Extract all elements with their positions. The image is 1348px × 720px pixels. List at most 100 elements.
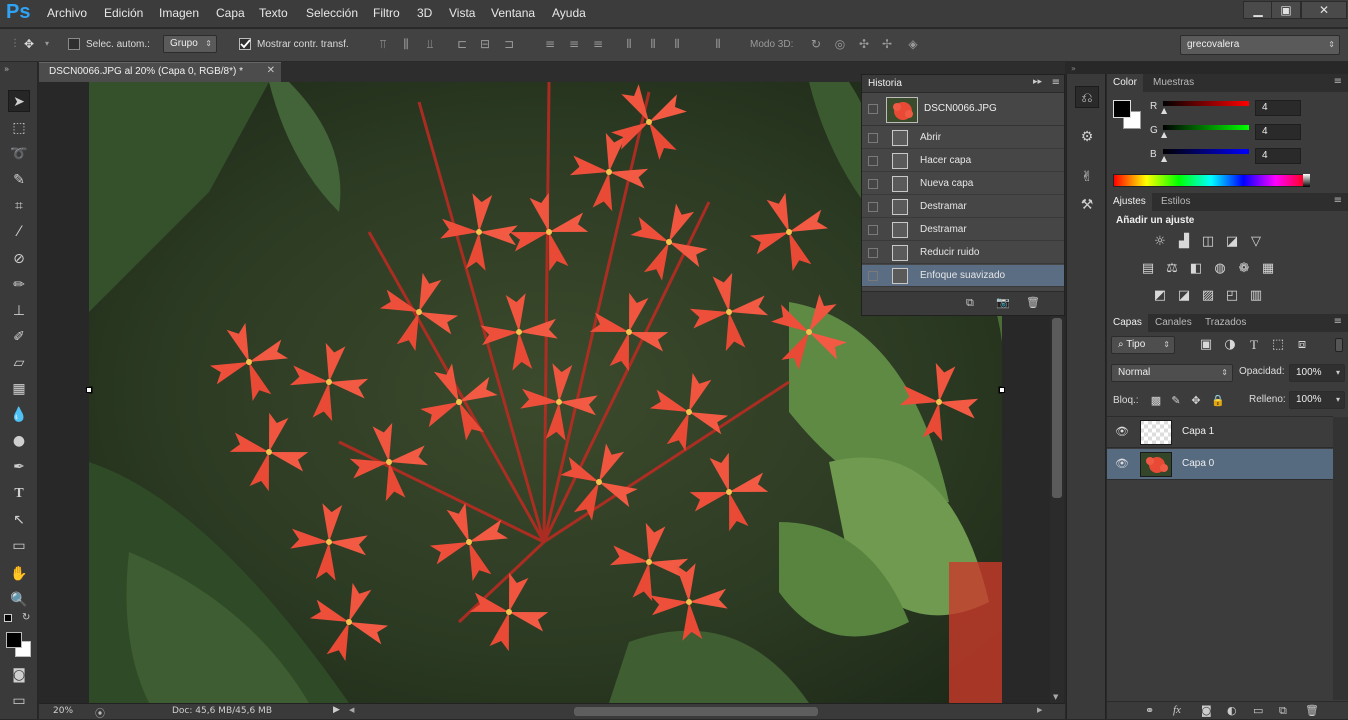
tab-estilos[interactable]: Estilos [1155,193,1196,211]
lasso-tool-icon[interactable]: ➰ [8,143,30,165]
layer-name[interactable]: Capa 1 [1182,426,1214,437]
color-spectrum-bar[interactable] [1113,174,1309,187]
layer-name[interactable]: Capa 0 [1182,458,1214,469]
black-white-icon[interactable]: ◧ [1187,261,1205,277]
slide-3d-icon[interactable]: ✢ [880,37,894,51]
link-layers-icon[interactable]: ⚭ [1145,704,1154,717]
auto-align-icon[interactable]: ⫴ [711,37,725,51]
restore-button[interactable]: ▣ [1271,1,1301,19]
posterize-icon[interactable]: ◪ [1175,288,1193,304]
history-title[interactable]: Historia [868,78,902,89]
menu-seleccion[interactable]: Selección [306,6,358,20]
swap-colors-icon[interactable]: ↻ [22,612,30,623]
align-top-icon[interactable]: ⫪ [376,37,390,51]
g-slider[interactable] [1163,125,1249,130]
auto-select-target-dropdown[interactable]: Grupo ⇕ [163,35,217,53]
menu-vista[interactable]: Vista [449,6,475,20]
brush-tool-icon[interactable]: ✏ [8,274,30,296]
crop-tool-icon[interactable]: ⌗ [8,195,30,217]
drag-3d-icon[interactable]: ✣ [857,37,871,51]
snapshot-source-checkbox[interactable] [868,104,878,114]
properties-panel-icon[interactable]: ⚙ [1075,126,1099,148]
new-layer-icon[interactable]: ⧉ [1279,704,1287,718]
opacity-input[interactable]: 100% ▾ [1289,364,1345,382]
history-item[interactable]: Hacer capa [862,150,1064,172]
menu-filtro[interactable]: Filtro [373,6,400,20]
tab-ajustes[interactable]: Ajustes [1107,193,1152,211]
rectangle-tool-icon[interactable]: ▭ [8,535,30,557]
history-source-checkbox[interactable] [868,271,878,281]
marquee-tool-icon[interactable]: ⬚ [8,117,30,139]
tab-capas[interactable]: Capas [1107,314,1148,332]
transform-handle-left[interactable] [86,387,92,393]
filter-smart-object-icon[interactable]: ⧈ [1293,337,1311,353]
expand-panel-icon[interactable]: ▸▸ [1033,77,1042,87]
gradient-map-icon[interactable]: ▥ [1247,288,1265,304]
filter-pixel-icon[interactable]: ▣ [1197,337,1215,353]
status-info-icon[interactable]: ⦿ [95,705,105,720]
history-snapshot-row[interactable]: DSCN0066.JPG [862,94,1064,126]
channel-mixer-icon[interactable]: ❁ [1235,261,1253,277]
align-left-icon[interactable]: ⊏ [455,37,469,51]
panel-menu-icon[interactable]: ≡ [1052,77,1060,88]
panel-menu-icon[interactable]: ≡ [1334,195,1342,206]
gradient-tool-icon[interactable]: ▦ [8,378,30,400]
vertical-scroll-thumb[interactable] [1052,318,1062,498]
levels-icon[interactable]: ▟ [1175,234,1193,250]
spectrum-bw-strip[interactable] [1303,174,1310,187]
menu-imagen[interactable]: Imagen [159,6,199,20]
hand-tool-icon[interactable]: ✋ [8,563,30,585]
selective-color-icon[interactable]: ◰ [1223,288,1241,304]
brightness-icon[interactable]: ☼ [1151,234,1169,250]
default-colors-icon[interactable] [4,614,12,622]
scroll-down-icon[interactable]: ▼ [1053,693,1058,701]
history-source-checkbox[interactable] [868,179,878,189]
blend-mode-dropdown[interactable]: Normal ⇕ [1111,364,1233,382]
history-item[interactable]: Destramar [862,219,1064,241]
invert-icon[interactable]: ◩ [1151,288,1169,304]
distribute-bottom-icon[interactable]: ≡ [591,37,605,51]
history-item[interactable]: Abrir [862,127,1064,149]
r-slider[interactable] [1163,101,1249,106]
quick-select-tool-icon[interactable]: ✎ [8,169,30,191]
lock-all-icon[interactable]: 🔒 [1209,393,1227,409]
history-source-checkbox[interactable] [868,202,878,212]
quick-mask-icon[interactable]: ◙ [8,664,30,686]
fill-input[interactable]: 100% ▾ [1289,391,1345,409]
eye-icon[interactable]: 👁 [1115,425,1129,439]
show-transform-checkbox[interactable] [239,38,251,50]
b-slider[interactable] [1163,149,1249,154]
history-item[interactable]: Nueva capa [862,173,1064,195]
history-item[interactable]: Reducir ruido [862,242,1064,264]
filter-adjustment-icon[interactable]: ◑ [1221,337,1239,353]
eyedropper-tool-icon[interactable]: ⁄ [8,221,30,243]
filter-toggle[interactable] [1335,338,1343,352]
horizontal-scroll-thumb[interactable] [574,707,818,716]
distribute-left-icon[interactable]: ⦀ [622,37,636,51]
menu-archivo[interactable]: Archivo [47,6,87,20]
tab-muestras[interactable]: Muestras [1147,74,1200,92]
layer-row[interactable]: 👁 Capa 1 [1107,417,1333,448]
menu-3d[interactable]: 3D [417,6,432,20]
status-menu-icon[interactable]: ▶ [333,705,340,715]
layer-row-selected[interactable]: 👁 Capa 0 [1107,449,1333,480]
exposure-icon[interactable]: ◪ [1223,234,1241,250]
history-item[interactable]: Destramar [862,196,1064,218]
type-tool-icon[interactable]: T [8,483,30,505]
zoom-tool-icon[interactable]: 🔍 [8,589,30,611]
transform-handle-right[interactable] [999,387,1005,393]
history-source-checkbox[interactable] [868,156,878,166]
fx-icon[interactable]: fx [1173,704,1181,716]
minimize-button[interactable]: ▁ [1243,1,1273,19]
filter-type-icon[interactable]: T [1245,337,1263,353]
document-tab[interactable]: DSCN0066.JPG al 20% (Capa 0, RGB/8*) * ✕ [39,62,281,82]
menu-ventana[interactable]: Ventana [491,6,535,20]
camera-icon[interactable]: 📷 [996,296,1010,309]
move-tool-icon[interactable]: ✥ [22,37,36,51]
close-button[interactable]: ✕ [1301,1,1347,19]
close-tab-icon[interactable]: ✕ [267,65,275,76]
menu-edicion[interactable]: Edición [104,6,143,20]
color-lookup-icon[interactable]: ▦ [1259,261,1277,277]
trash-icon[interactable]: 🗑 [1026,296,1040,309]
move-tool-icon[interactable]: ➤ [8,90,30,112]
